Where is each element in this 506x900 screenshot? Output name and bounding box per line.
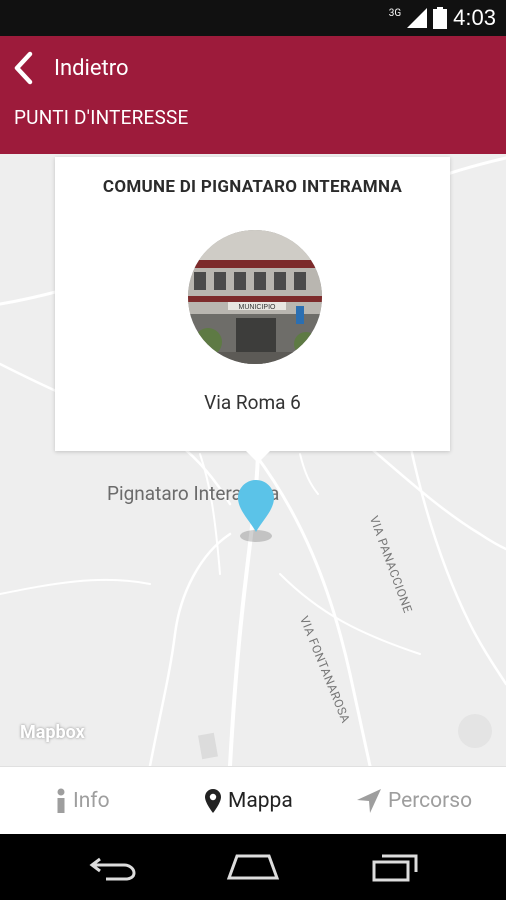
- photo-sign-text: MUNICIPIO: [239, 304, 277, 311]
- status-icons: 3G 4:03: [389, 0, 496, 36]
- app-header: Indietro PUNTI D'INTERESSE: [0, 36, 506, 154]
- tab-info-label: Info: [73, 789, 110, 813]
- battery-icon: [433, 7, 448, 29]
- popup-pointer: [245, 450, 271, 463]
- tab-info[interactable]: Info: [55, 767, 110, 835]
- poi-address: Via Roma 6: [204, 391, 301, 414]
- home-icon: [226, 854, 280, 880]
- back-label: Indietro: [54, 55, 129, 81]
- tab-percorso-label: Percorso: [388, 789, 473, 813]
- back-arrow-icon: [89, 857, 136, 881]
- navigation-arrow-icon: [356, 788, 382, 814]
- poi-popup[interactable]: COMUNE DI PIGNATARO INTERAMNA MUNICIPIO …: [55, 157, 450, 463]
- compass-button[interactable]: [458, 714, 492, 748]
- poi-photo: MUNICIPIO: [188, 230, 322, 364]
- recents-icon: [372, 854, 418, 882]
- network-type: 3G: [388, 8, 402, 19]
- bottom-tab-bar: Info Mappa Percorso: [0, 766, 506, 835]
- tab-mappa[interactable]: Mappa: [204, 767, 293, 835]
- back-button[interactable]: Indietro: [10, 48, 129, 88]
- nav-back-button[interactable]: [78, 834, 148, 900]
- info-icon: [55, 788, 67, 814]
- nav-home-button[interactable]: [218, 834, 288, 900]
- mapbox-logo: Mapbox: [20, 722, 85, 743]
- section-title: PUNTI D'INTERESSE: [14, 106, 189, 129]
- tab-mappa-label: Mappa: [228, 789, 293, 813]
- chevron-left-icon: [10, 48, 36, 88]
- nav-recents-button[interactable]: [360, 834, 430, 900]
- tab-percorso[interactable]: Percorso: [356, 767, 472, 835]
- system-nav-bar: [0, 834, 506, 900]
- signal-icon: [407, 8, 428, 28]
- location-pin-icon[interactable]: [235, 478, 277, 544]
- map-marker-icon: [204, 788, 222, 814]
- clock: 4:03: [453, 5, 496, 30]
- poi-title: COMUNE DI PIGNATARO INTERAMNA: [102, 177, 403, 197]
- status-bar: 3G 4:03: [0, 0, 506, 36]
